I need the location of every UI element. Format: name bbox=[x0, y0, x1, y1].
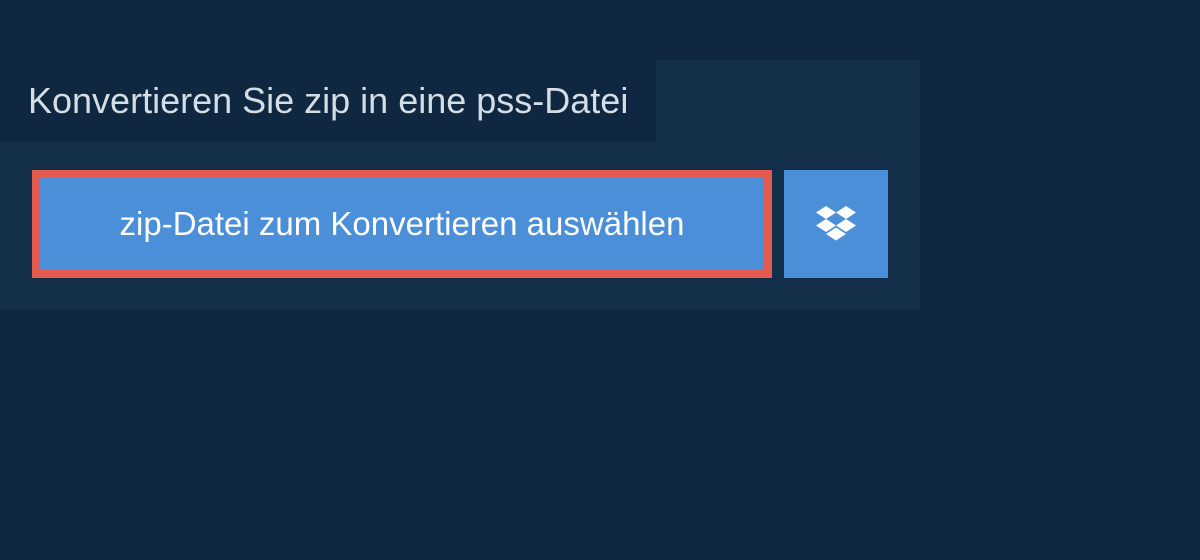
page-title: Konvertieren Sie zip in eine pss-Datei bbox=[28, 80, 628, 121]
dropbox-button[interactable] bbox=[784, 170, 888, 278]
button-row: zip-Datei zum Konvertieren auswählen bbox=[0, 142, 920, 310]
converter-panel: Konvertieren Sie zip in eine pss-Datei z… bbox=[0, 60, 920, 310]
dropbox-icon bbox=[816, 206, 856, 242]
select-file-button[interactable]: zip-Datei zum Konvertieren auswählen bbox=[32, 170, 772, 278]
select-file-label: zip-Datei zum Konvertieren auswählen bbox=[120, 205, 685, 243]
title-bar: Konvertieren Sie zip in eine pss-Datei bbox=[0, 60, 656, 142]
